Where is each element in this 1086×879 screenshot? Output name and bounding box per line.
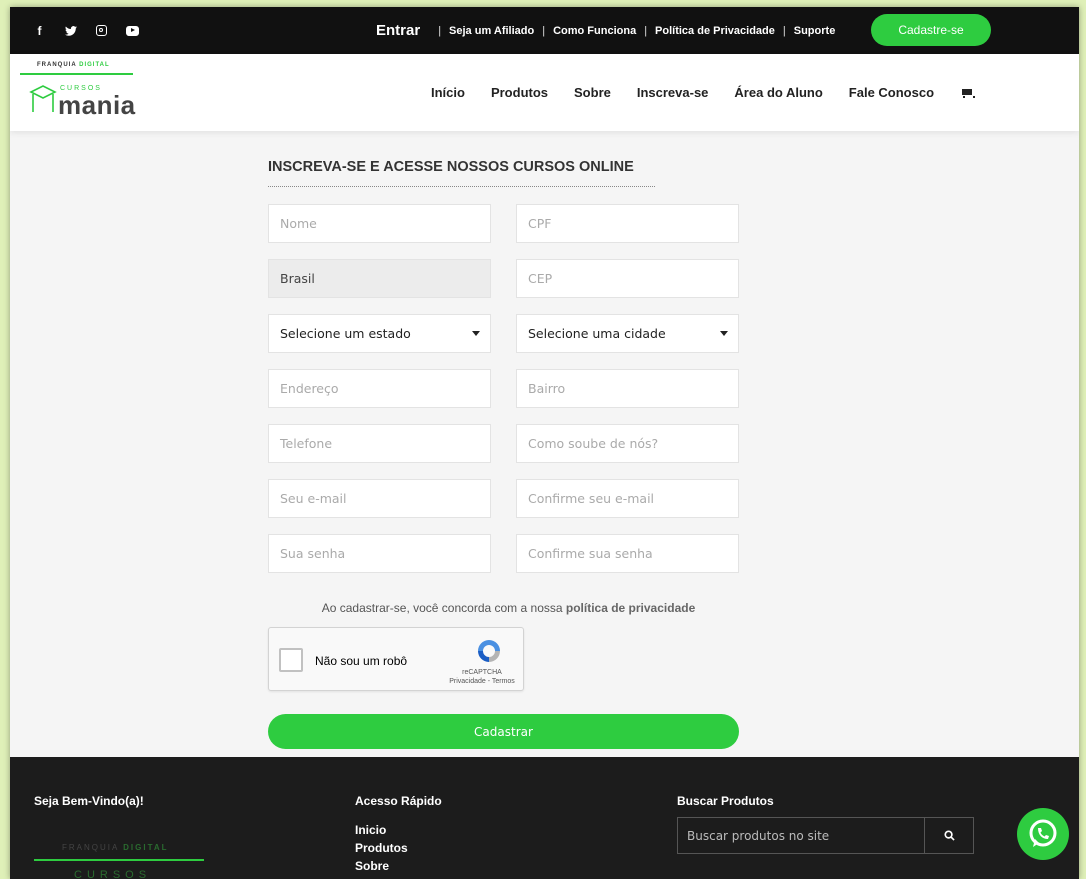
footer-search-title: Buscar Produtos — [677, 794, 774, 808]
product-search-input[interactable]: Buscar produtos no site — [677, 817, 925, 854]
recaptcha-icon — [478, 640, 500, 662]
nome-input[interactable]: Nome — [268, 204, 491, 243]
separator: | — [438, 24, 442, 37]
como-soube-input[interactable]: Como soube de nós? — [516, 424, 739, 463]
footer-logo-rule — [34, 859, 204, 861]
twitter-icon[interactable] — [55, 21, 86, 41]
top-bar: f Entrar | Seja um Afiliado | Como Funci… — [10, 7, 1079, 54]
nav-inicio[interactable]: Início — [431, 85, 465, 100]
search-icon — [943, 830, 955, 841]
separator: | — [542, 24, 546, 37]
footer-quick-access-title: Acesso Rápido — [355, 794, 442, 808]
cart-icon[interactable] — [960, 87, 976, 99]
nav-sobre[interactable]: Sobre — [574, 85, 611, 100]
recaptcha-label: Não sou um robô — [315, 654, 408, 668]
top-links: Entrar | Seja um Afiliado | Como Funcion… — [376, 7, 835, 54]
whatsapp-icon — [1029, 819, 1057, 847]
recaptcha-terms-link[interactable]: Privacidade - Termos — [447, 677, 517, 686]
afiliado-link[interactable]: Seja um Afiliado — [449, 25, 534, 37]
footer-logo-tagline: FRANQUIA DIGITAL — [62, 843, 169, 852]
confirm-email-input[interactable]: Confirme seu e-mail — [516, 479, 739, 518]
telefone-input[interactable]: Telefone — [268, 424, 491, 463]
social-links: f — [24, 21, 148, 41]
cpf-input[interactable]: CPF — [516, 204, 739, 243]
page-title: INSCREVA-SE E ACESSE NOSSOS CURSOS ONLIN… — [268, 159, 634, 175]
cadastre-se-button[interactable]: Cadastre-se — [871, 14, 991, 46]
footer-link-inicio[interactable]: Inicio — [355, 821, 408, 839]
separator: | — [644, 24, 648, 37]
nav-inscreva-se[interactable]: Inscreva-se — [637, 85, 709, 100]
estado-select-value: Selecione um estado — [280, 326, 411, 341]
senha-input[interactable]: Sua senha — [268, 534, 491, 573]
site-logo[interactable]: FRANQUIA DIGITAL CURSOS mania — [20, 62, 150, 122]
privacy-agreement: Ao cadastrar-se, você concorda com a nos… — [268, 601, 749, 615]
graduation-cap-icon — [29, 85, 57, 112]
nav-area-do-aluno[interactable]: Área do Aluno — [734, 85, 822, 100]
whatsapp-button[interactable] — [1017, 808, 1069, 860]
privacidade-link[interactable]: Política de Privacidade — [655, 25, 775, 37]
agreement-text: Ao cadastrar-se, você concorda com a nos… — [321, 601, 566, 615]
main-nav: Início Produtos Sobre Inscreva-se Área d… — [431, 54, 976, 131]
email-input[interactable]: Seu e-mail — [268, 479, 491, 518]
cadastrar-button[interactable]: Cadastrar — [268, 714, 739, 749]
footer-welcome: Seja Bem-Vindo(a)! — [34, 794, 144, 808]
separator: | — [782, 24, 786, 37]
facebook-icon[interactable]: f — [24, 21, 55, 41]
footer-link-sobre[interactable]: Sobre — [355, 857, 408, 875]
suporte-link[interactable]: Suporte — [794, 25, 836, 37]
browser-page: f Entrar | Seja um Afiliado | Como Funci… — [10, 7, 1079, 879]
bairro-input[interactable]: Bairro — [516, 369, 739, 408]
instagram-icon[interactable] — [86, 21, 117, 41]
logo-tagline: FRANQUIA DIGITAL — [37, 62, 110, 68]
confirm-senha-input[interactable]: Confirme sua senha — [516, 534, 739, 573]
footer-logo-cursos: CURSOS — [74, 869, 152, 879]
footer-link-produtos[interactable]: Produtos — [355, 839, 408, 857]
site-header: FRANQUIA DIGITAL CURSOS mania Início Pro… — [10, 54, 1079, 131]
como-funciona-link[interactable]: Como Funciona — [553, 25, 636, 37]
estado-select[interactable]: Selecione um estado — [268, 314, 491, 353]
footer-quick-links: Inicio Produtos Sobre — [355, 821, 408, 875]
cidade-select[interactable]: Selecione uma cidade — [516, 314, 739, 353]
entrar-link[interactable]: Entrar — [376, 22, 420, 39]
logo-mania: mania — [58, 90, 136, 120]
site-footer: Seja Bem-Vindo(a)! Acesso Rápido Buscar … — [10, 757, 1079, 879]
cep-input[interactable]: CEP — [516, 259, 739, 298]
recaptcha-brand: reCAPTCHA Privacidade - Termos — [447, 668, 517, 686]
recaptcha-checkbox[interactable] — [279, 648, 303, 672]
recaptcha-name: reCAPTCHA — [462, 669, 502, 676]
privacy-policy-link[interactable]: política de privacidade — [566, 601, 695, 615]
nav-produtos[interactable]: Produtos — [491, 85, 548, 100]
search-button[interactable] — [924, 817, 974, 854]
recaptcha-widget: Não sou um robô reCAPTCHA Privacidade - … — [268, 627, 524, 691]
endereco-input[interactable]: Endereço — [268, 369, 491, 408]
chevron-down-icon — [472, 331, 480, 336]
youtube-icon[interactable] — [117, 21, 148, 41]
pais-input: Brasil — [268, 259, 491, 298]
cidade-select-value: Selecione uma cidade — [528, 326, 666, 341]
chevron-down-icon — [720, 331, 728, 336]
logo-rule — [20, 73, 133, 75]
nav-fale-conosco[interactable]: Fale Conosco — [849, 85, 934, 100]
footer-logo: FRANQUIA DIGITAL CURSOS — [34, 843, 204, 879]
title-divider — [268, 186, 655, 187]
